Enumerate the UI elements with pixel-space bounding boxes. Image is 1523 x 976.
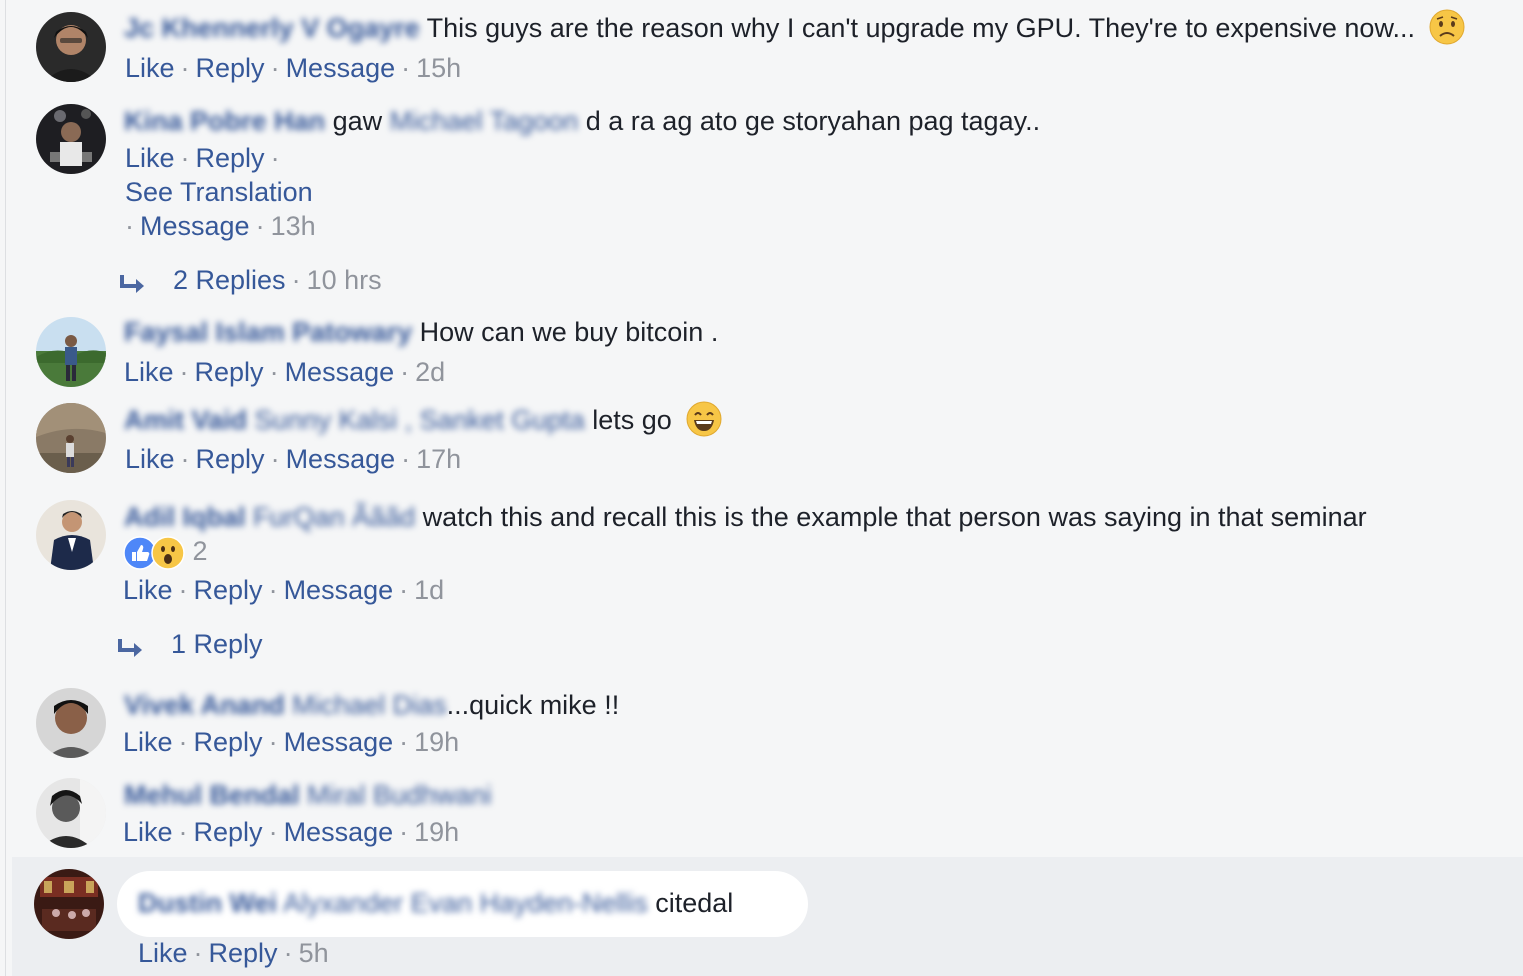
like-button[interactable]: Like (123, 817, 173, 847)
comment-author[interactable]: Dustin Wei (138, 888, 277, 918)
like-button[interactable]: Like (125, 444, 175, 474)
reply-button[interactable]: Reply (194, 727, 263, 757)
comment-text: watch this and recall this is the exampl… (422, 502, 1367, 532)
comment-author[interactable]: Kina Pobre Han (124, 106, 325, 136)
reply-button[interactable]: Reply (196, 444, 265, 474)
comment-text: citedal (655, 888, 734, 918)
comment-timestamp[interactable]: 5h (299, 938, 329, 968)
see-translation-link[interactable]: See Translation (125, 177, 313, 207)
worried-face-emoji (1428, 8, 1466, 46)
avatar[interactable] (36, 778, 106, 848)
replies-count[interactable]: 1 Reply (171, 629, 263, 659)
reply-button[interactable]: Reply (196, 53, 265, 83)
reply-button[interactable]: Reply (196, 143, 265, 173)
comment-timestamp[interactable]: 1d (414, 575, 444, 605)
avatar[interactable] (36, 12, 106, 82)
reply-arrow-icon (117, 634, 147, 658)
comment-timestamp[interactable]: 19h (414, 727, 459, 757)
message-button[interactable]: Message (284, 575, 394, 605)
reply-arrow-icon (119, 270, 149, 294)
like-button[interactable]: Like (124, 357, 174, 387)
tagged-user[interactable]: Sunny Kalsi , Sanket Gupta (255, 405, 585, 435)
comment-author[interactable]: Amit Vaid (124, 405, 247, 435)
thread-left-border (5, 0, 6, 976)
avatar[interactable] (36, 688, 106, 758)
view-replies-link[interactable]: 2 Replies · 10 hrs (119, 263, 382, 297)
comment-author[interactable]: Jc Khennerly V Ogayre (124, 13, 420, 43)
avatar[interactable] (34, 869, 104, 939)
message-button[interactable]: Message (286, 444, 396, 474)
like-button[interactable]: Like (125, 143, 175, 173)
avatar[interactable] (36, 317, 106, 387)
avatar[interactable] (36, 104, 106, 174)
wow-reaction-icon (151, 536, 185, 570)
view-replies-link[interactable]: 1 Reply (117, 627, 263, 661)
comment-author[interactable]: Faysal Islam Patowary (124, 317, 412, 347)
reactions-count: 2 (192, 536, 208, 566)
avatar[interactable] (36, 500, 106, 570)
comment-author[interactable]: Adil Iqbal (124, 502, 246, 532)
reactions-summary[interactable]: 2 (123, 534, 208, 570)
comment-text: ...quick mike !! (446, 690, 620, 720)
comment-text-prefix: gaw (332, 106, 383, 136)
comment-text: d a ra ag ato ge storyahan pag tagay.. (585, 106, 1041, 136)
replies-count[interactable]: 2 Replies (173, 265, 286, 295)
reply-button[interactable]: Reply (194, 575, 263, 605)
comment-timestamp[interactable]: 15h (416, 53, 461, 83)
message-button[interactable]: Message (140, 211, 250, 241)
message-button[interactable]: Message (284, 727, 394, 757)
comment-text: How can we buy bitcoin . (419, 317, 719, 347)
like-button[interactable]: Like (125, 53, 175, 83)
tagged-user[interactable]: Miral Budhwani (307, 780, 492, 810)
reply-button[interactable]: Reply (194, 817, 263, 847)
tagged-user[interactable]: Alyxander Evan Hayden-Nellis (283, 888, 648, 918)
tagged-user[interactable]: Michael Dias (292, 690, 447, 720)
message-button[interactable]: Message (285, 357, 395, 387)
comment-timestamp[interactable]: 2d (415, 357, 445, 387)
comment-author[interactable]: Mehul Bendal (124, 780, 300, 810)
like-button[interactable]: Like (123, 727, 173, 757)
comment-text: This guys are the reason why I can't upg… (426, 13, 1415, 44)
avatar[interactable] (36, 403, 106, 473)
tagged-user[interactable]: FurQan Ãããd (253, 502, 415, 532)
reply-button[interactable]: Reply (195, 357, 264, 387)
like-button[interactable]: Like (138, 938, 188, 968)
comment-timestamp[interactable]: 19h (414, 817, 459, 847)
comment-timestamp[interactable]: 17h (416, 444, 461, 474)
replies-timestamp: 10 hrs (306, 265, 382, 295)
comment-timestamp[interactable]: 13h (271, 211, 316, 241)
grinning-face-emoji (685, 400, 723, 438)
tagged-user[interactable]: Michael Tagoon (390, 106, 579, 136)
comment-author[interactable]: Vivek Anand (124, 690, 285, 720)
comment-text: lets go (592, 405, 672, 436)
message-button[interactable]: Message (286, 53, 396, 83)
like-button[interactable]: Like (123, 575, 173, 605)
message-button[interactable]: Message (284, 817, 394, 847)
reply-button[interactable]: Reply (209, 938, 278, 968)
